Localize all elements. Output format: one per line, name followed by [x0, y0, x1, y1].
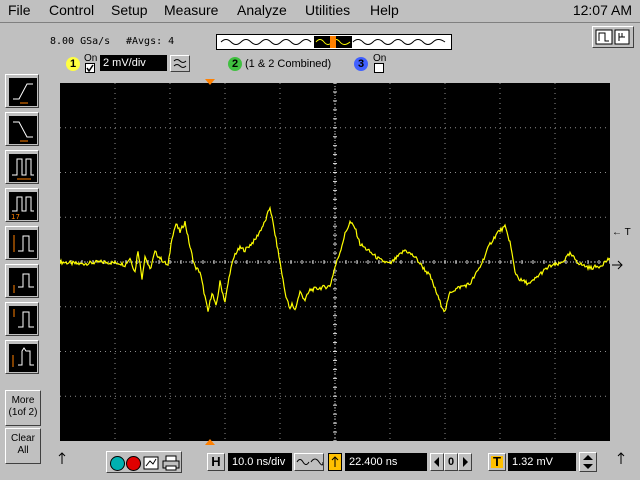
delay-right-button[interactable] [458, 453, 472, 471]
single-shot-icon[interactable] [143, 455, 159, 471]
ground-marker-icon [612, 260, 623, 270]
more-page-label: (1of 2) [8, 407, 38, 418]
base-level-icon [9, 268, 37, 296]
bottom-bar: H 10.0 ns/div 22.400 ns 0 T 1.32 mV [0, 448, 640, 480]
trigger-level-field[interactable]: 1.32 mV [508, 453, 576, 471]
check-icon [86, 64, 94, 73]
acquisition-controls [106, 451, 182, 473]
delay-field[interactable]: 22.400 ns [345, 453, 427, 471]
overview-window[interactable] [314, 36, 352, 48]
channel-1-coupling-button[interactable] [170, 55, 190, 72]
pulse-width-tool[interactable] [5, 150, 39, 184]
menu-setup[interactable]: Setup [111, 2, 148, 18]
menu-measure[interactable]: Measure [164, 2, 218, 18]
run-stop-toggle[interactable] [592, 26, 634, 48]
period-tool-number: 17 [11, 213, 20, 221]
trigger-level-marker: ← T [612, 227, 631, 238]
pulse-width-icon [9, 154, 37, 182]
sample-rate: 8.00 GSa/s [50, 36, 111, 47]
rising-edge-icon [9, 78, 37, 106]
stepper-arrows-icon [583, 455, 593, 469]
waveform-overview[interactable] [216, 34, 452, 50]
period-tool[interactable]: 17 [5, 188, 39, 222]
scroll-up-right-icon[interactable] [616, 452, 626, 466]
timebase-field[interactable]: 10.0 ns/div [228, 453, 292, 471]
menu-analyze[interactable]: Analyze [237, 2, 287, 18]
top-level-icon [9, 306, 37, 334]
timebase-stepper[interactable] [294, 453, 324, 471]
more-label: More [11, 395, 35, 406]
left-arrow-icon [434, 457, 439, 467]
base-level-tool[interactable] [5, 264, 39, 298]
coupling-wave-icon [173, 59, 187, 68]
trigger-button[interactable]: T [488, 453, 506, 471]
display-mode-icon [595, 29, 630, 45]
top-time-marker-icon [205, 79, 215, 85]
menu-control[interactable]: Control [49, 2, 94, 18]
overshoot-icon [9, 344, 37, 372]
trigger-label: T [493, 454, 501, 469]
trigger-level-stepper[interactable] [579, 452, 597, 472]
falling-edge-tool[interactable] [5, 112, 39, 146]
up-arrow-icon [331, 456, 339, 467]
more-button[interactable]: More (1of 2) [5, 390, 41, 426]
stop-button[interactable] [126, 456, 141, 471]
menu-help[interactable]: Help [370, 2, 399, 18]
clock: 12:07 AM [572, 2, 632, 18]
print-icon[interactable] [162, 455, 180, 471]
delay-left-button[interactable] [430, 453, 444, 471]
rising-edge-tool[interactable] [5, 74, 39, 108]
bottom-time-marker-icon [205, 439, 215, 445]
waveform-display[interactable] [60, 83, 610, 441]
falling-edge-icon [9, 116, 37, 144]
channel-2-label: (1 & 2 Combined) [245, 58, 332, 70]
right-arrow-icon [463, 457, 468, 467]
clear-label: Clear [11, 433, 35, 444]
channel-3-checkbox[interactable] [374, 63, 384, 73]
delay-reference-button[interactable] [328, 453, 342, 471]
period-icon: 17 [9, 192, 37, 221]
waveform-canvas [60, 83, 610, 441]
scroll-up-left-icon[interactable] [57, 452, 67, 466]
overshoot-tool[interactable] [5, 340, 39, 374]
channel-1-checkbox[interactable] [85, 63, 95, 73]
channel-1-badge[interactable]: 1 [66, 57, 80, 71]
overview-window-wave-icon [315, 36, 351, 48]
run-button[interactable] [110, 456, 125, 471]
timebase-wave-icon [296, 458, 323, 466]
menu-file[interactable]: File [8, 2, 31, 18]
menu-divider [0, 22, 640, 23]
left-toolbar: 17 [0, 70, 46, 380]
top-level-tool[interactable] [5, 302, 39, 336]
channel-2-badge[interactable]: 2 [228, 57, 242, 71]
amplitude-icon [9, 230, 37, 258]
menu-utilities[interactable]: Utilities [305, 2, 350, 18]
channel-1-scale[interactable]: 2 mV/div [100, 55, 167, 71]
averages-count: #Avgs: 4 [126, 36, 175, 47]
channel-3-badge[interactable]: 3 [354, 57, 368, 71]
amplitude-tool[interactable] [5, 226, 39, 260]
menu-bar: File Control Setup Measure Analyze Utili… [0, 0, 640, 22]
horizontal-button[interactable]: H [207, 453, 225, 471]
delay-zero-button[interactable]: 0 [444, 453, 458, 471]
